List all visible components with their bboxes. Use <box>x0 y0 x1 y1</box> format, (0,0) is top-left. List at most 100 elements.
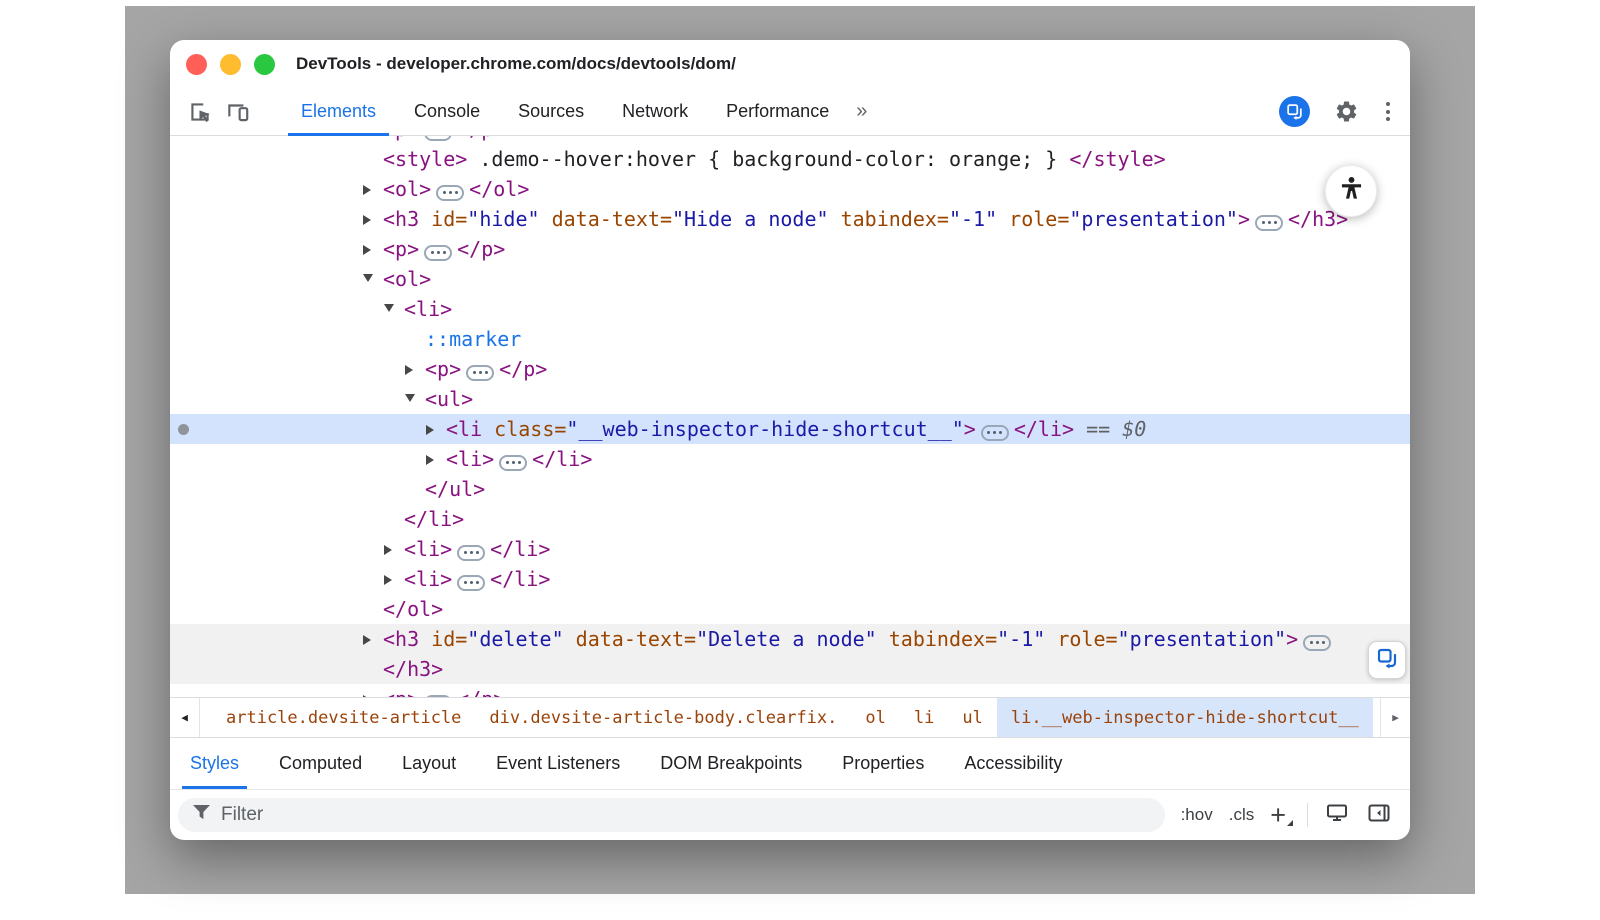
minimize-window-button[interactable] <box>220 54 241 75</box>
expand-arrow-icon[interactable] <box>363 204 383 234</box>
more-options-icon[interactable] <box>1382 98 1394 125</box>
dom-tree-node[interactable]: </ol> <box>170 594 1410 624</box>
inline-expand-icon[interactable] <box>424 695 452 698</box>
dom-tree-node[interactable]: <li></li> <box>170 534 1410 564</box>
dom-tree-node[interactable]: </li> <box>170 504 1410 534</box>
inline-expand-icon[interactable] <box>424 136 452 141</box>
code-token-tag: </li> <box>404 507 464 531</box>
code-token-tag: <ul> <box>425 387 473 411</box>
inline-expand-icon[interactable] <box>1303 635 1331 651</box>
tab-layout[interactable]: Layout <box>382 738 476 789</box>
expand-arrow-icon[interactable] <box>363 174 383 204</box>
breadcrumb-item[interactable]: li <box>900 698 948 737</box>
code-token-val: "__web-inspector-hide-shortcut__" <box>566 417 963 441</box>
accessibility-fab[interactable] <box>1325 165 1377 217</box>
code-token-tag: <ol> <box>383 267 431 291</box>
window-titlebar: DevTools - developer.chrome.com/docs/dev… <box>170 40 1410 88</box>
tab-elements[interactable]: Elements <box>282 88 395 135</box>
expand-arrow-icon[interactable] <box>426 444 446 474</box>
tab-dom-breakpoints[interactable]: DOM Breakpoints <box>640 738 822 789</box>
inline-expand-icon[interactable] <box>457 575 485 591</box>
tab-properties[interactable]: Properties <box>822 738 944 789</box>
dom-tree-node[interactable]: ::marker <box>170 324 1410 354</box>
inline-expand-icon[interactable] <box>457 545 485 561</box>
dom-tree-node[interactable]: <h3 id="hide" data-text="Hide a node" ta… <box>170 204 1410 234</box>
tab-event-listeners[interactable]: Event Listeners <box>476 738 640 789</box>
breadcrumb-item[interactable]: article.devsite-article <box>212 698 475 737</box>
inline-expand-icon[interactable] <box>981 425 1009 441</box>
dom-tree-node[interactable]: <p></p> <box>170 354 1410 384</box>
code-token-tag: <ol> <box>383 177 431 201</box>
expand-arrow-icon[interactable] <box>363 624 383 654</box>
breadcrumb-item[interactable]: div.devsite-article-body.clearfix. <box>475 698 851 737</box>
dom-tree-node[interactable]: <li></li> <box>170 444 1410 474</box>
tab-console[interactable]: Console <box>395 88 499 135</box>
dom-tree-node[interactable]: </ul> <box>170 474 1410 504</box>
dom-tree-node[interactable]: </h3> <box>170 654 1410 684</box>
tab-network[interactable]: Network <box>603 88 707 135</box>
expand-arrow-icon[interactable] <box>384 534 404 564</box>
toggle-class-button[interactable]: .cls <box>1229 805 1255 825</box>
expand-arrow-icon[interactable] <box>405 354 425 384</box>
code-token-text: .demo--hover:hover { background-color: o… <box>467 147 1069 171</box>
collapse-arrow-icon[interactable] <box>405 384 425 414</box>
tab-sources[interactable]: Sources <box>499 88 603 135</box>
monitor-icon[interactable] <box>1324 801 1350 830</box>
inline-expand-icon[interactable] <box>436 185 464 201</box>
collapse-arrow-icon[interactable] <box>384 294 404 324</box>
tab-computed[interactable]: Computed <box>259 738 382 789</box>
inspect-mode-active-icon[interactable] <box>1279 96 1310 127</box>
dom-tree-node[interactable]: <li> <box>170 294 1410 324</box>
code-token-val: "presentation" <box>1118 627 1287 651</box>
breadcrumb-item[interactable]: ol <box>851 698 899 737</box>
expand-arrow-icon[interactable] <box>363 684 383 697</box>
breadcrumb-item[interactable]: li.__web-inspector-hide-shortcut__ <box>997 698 1373 737</box>
close-window-button[interactable] <box>186 54 207 75</box>
dom-tree-node[interactable]: <ol> <box>170 264 1410 294</box>
code-token-val: "Hide a node" <box>672 207 829 231</box>
inspect-element-icon[interactable] <box>184 96 216 128</box>
dom-tree-node[interactable]: <h3 id="delete" data-text="Delete a node… <box>170 624 1410 654</box>
toggle-element-state-button[interactable]: :hov <box>1181 805 1213 825</box>
inline-expand-icon[interactable] <box>1255 215 1283 231</box>
settings-gear-icon[interactable] <box>1330 96 1362 128</box>
code-token-tag: <li <box>446 417 482 441</box>
code-token-tag: <li> <box>404 297 452 321</box>
styles-filter-input[interactable] <box>221 804 1151 826</box>
code-token-tag: </li> <box>1014 417 1074 441</box>
collapse-arrow-icon[interactable] <box>363 264 383 294</box>
tab-accessibility[interactable]: Accessibility <box>944 738 1082 789</box>
code-token-attr: tabindex= <box>829 207 949 231</box>
inline-expand-icon[interactable] <box>499 455 527 471</box>
expand-arrow-icon[interactable] <box>363 234 383 264</box>
toggle-sidebar-icon[interactable] <box>1366 801 1392 830</box>
tab-styles[interactable]: Styles <box>170 738 259 789</box>
breadcrumb-scroll-left-icon[interactable]: ◀ <box>170 698 200 737</box>
dom-tree-node[interactable]: <p></p> <box>170 234 1410 264</box>
code-token-tag: </ul> <box>425 477 485 501</box>
dom-tree-node[interactable]: <li class="__web-inspector-hide-shortcut… <box>170 414 1410 444</box>
expand-arrow-icon[interactable] <box>426 414 446 444</box>
dom-tree-node[interactable]: <li></li> <box>170 564 1410 594</box>
dom-tree-node[interactable]: <ul> <box>170 384 1410 414</box>
breadcrumb-scroll-right-icon[interactable]: ▶ <box>1380 698 1410 737</box>
more-tabs-icon[interactable]: » <box>856 100 867 123</box>
dom-tree-node[interactable]: <ol></ol> <box>170 174 1410 204</box>
dom-tree-node[interactable]: <p></p> <box>170 684 1410 697</box>
devtools-window: DevTools - developer.chrome.com/docs/dev… <box>170 40 1410 840</box>
styles-filter-field[interactable] <box>178 798 1165 832</box>
new-style-rule-button[interactable]: + <box>1270 805 1291 825</box>
code-token-attr: data-text= <box>564 627 696 651</box>
inline-expand-icon[interactable] <box>424 245 452 261</box>
toggle-device-toolbar-icon[interactable] <box>222 96 254 128</box>
inspect-corner-fab[interactable] <box>1368 641 1406 679</box>
dom-tree-node[interactable]: <p></p> <box>170 136 1410 144</box>
code-token-attr: id= <box>419 627 467 651</box>
tab-performance[interactable]: Performance <box>707 88 848 135</box>
accessibility-person-icon <box>1338 175 1365 207</box>
zoom-window-button[interactable] <box>254 54 275 75</box>
dom-tree-node[interactable]: <style> .demo--hover:hover { background-… <box>170 144 1410 174</box>
inline-expand-icon[interactable] <box>466 365 494 381</box>
breadcrumb-item[interactable]: ul <box>948 698 996 737</box>
expand-arrow-icon[interactable] <box>384 564 404 594</box>
